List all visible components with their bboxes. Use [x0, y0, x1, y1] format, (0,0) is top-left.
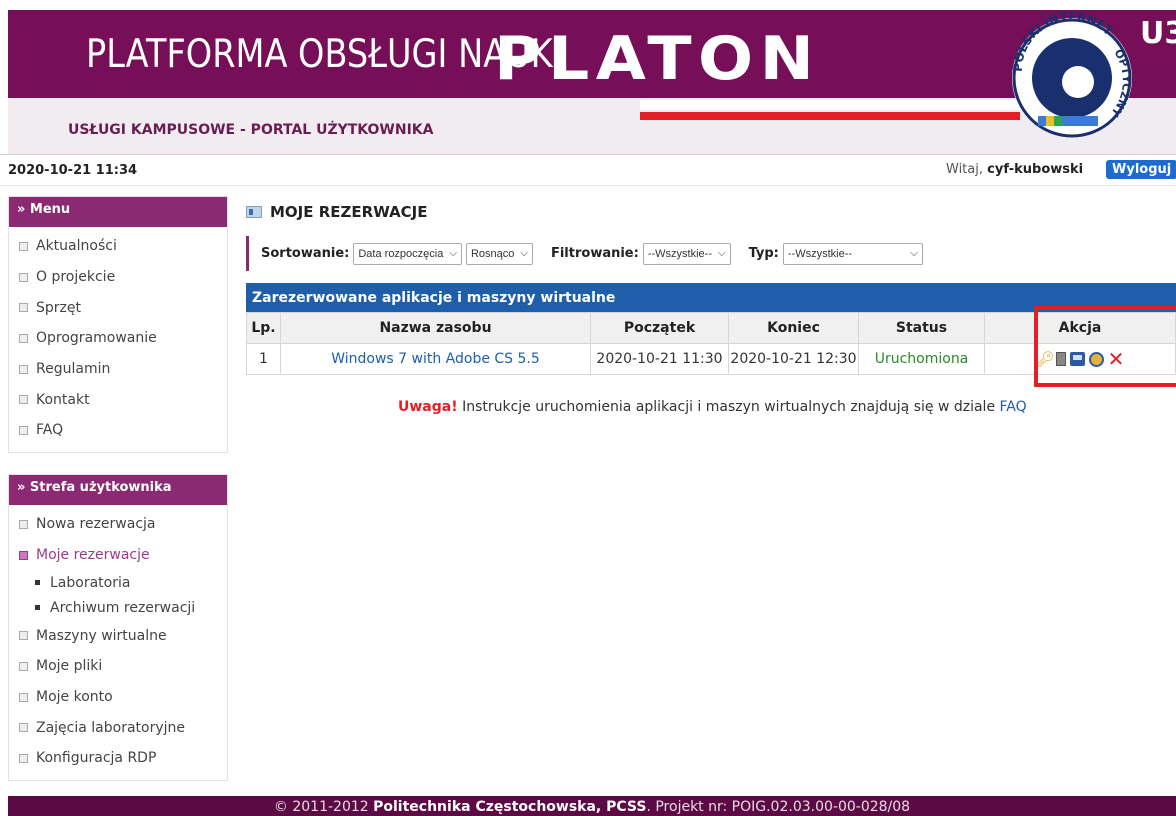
decorative-stripe-white	[640, 100, 1040, 110]
sidebar-item-moje-pliki[interactable]: Moje pliki	[9, 651, 227, 682]
logout-button[interactable]: Wyloguj	[1106, 160, 1176, 179]
info-bar: 2020-10-21 11:34 Witaj, cyf-kubowski Wyl…	[0, 154, 1176, 186]
end-time: 2020-10-21 12:30	[728, 343, 859, 375]
footer-copyright: © 2011-2012	[273, 799, 369, 815]
welcome-text: Witaj, cyf-kubowski	[946, 162, 1083, 177]
pionier-logo: POLSKI INTERNET OPTYCZNY	[1011, 12, 1133, 138]
faq-link[interactable]: FAQ	[1000, 399, 1027, 415]
sidebar-item-maszyny-wirtualne[interactable]: Maszyny wirtualne	[9, 620, 227, 651]
bullet-icon	[19, 723, 28, 733]
type-select[interactable]: --Wszystkie-- ⌵	[782, 242, 923, 265]
filter-bar: Sortowanie: Data rozpoczęcia ⌵ Rosnąco ⌵ F…	[246, 236, 1176, 271]
column-header-name: Nazwa zasobu	[280, 312, 591, 344]
bullet-icon	[19, 692, 28, 702]
bullet-icon	[35, 580, 40, 586]
warning-label: Uwaga!	[398, 399, 458, 415]
site-title: PLATFORMA OBSŁUGI NAUKI	[86, 32, 563, 77]
bullet-icon	[35, 605, 40, 611]
sort-order-select[interactable]: Rosnąco ⌵	[465, 242, 533, 265]
current-datetime: 2020-10-21 11:34	[8, 163, 138, 178]
row-number: 1	[246, 343, 281, 375]
welcome-prefix: Witaj,	[946, 162, 983, 177]
column-header-status: Status	[858, 312, 985, 344]
footer: © 2011-2012 Politechnika Częstochowska, …	[8, 796, 1176, 816]
sidebar-item-aktualnosci[interactable]: Aktualności	[9, 231, 227, 262]
sidebar-item-moje-konto[interactable]: Moje konto	[9, 682, 227, 713]
bullet-icon	[19, 272, 28, 282]
chevron-down-icon: ⌵	[717, 248, 726, 259]
note-text: Instrukcje uruchomienia aplikacji i masz…	[462, 399, 996, 415]
bullet-icon	[19, 631, 28, 641]
status-badge: Uruchomiona	[858, 343, 985, 375]
bullet-icon	[19, 550, 28, 560]
sidebar-subitem-archiwum[interactable]: Archiwum rezerwacji	[9, 595, 227, 620]
sidebar-item-regulamin[interactable]: Regulamin	[9, 354, 227, 385]
bullet-icon	[19, 395, 28, 405]
column-header-start: Początek	[590, 312, 729, 344]
sidebar-item-oprogramowanie[interactable]: Oprogramowanie	[9, 323, 227, 354]
filter-label: Filtrowanie:	[550, 246, 639, 261]
sidebar-item-moje-rezerwacje[interactable]: Moje rezerwacje	[9, 540, 227, 571]
reservation-icon	[246, 206, 262, 218]
chevron-down-icon: ⌵	[449, 248, 457, 259]
menu-title: » Menu	[9, 197, 227, 227]
user-zone-panel: » Strefa użytkownika Nowa rezerwacja Moj…	[8, 474, 228, 781]
chevron-down-icon: ⌵	[910, 248, 918, 259]
sidebar-item-nowa-rezerwacja[interactable]: Nowa rezerwacja	[9, 509, 227, 540]
type-label: Typ:	[748, 246, 779, 261]
info-note: Uwaga! Instrukcje uruchomienia aplikacji…	[398, 399, 1027, 415]
username: cyf-kubowski	[987, 162, 1084, 177]
bullet-icon	[19, 303, 28, 313]
user-zone-title: » Strefa użytkownika	[9, 475, 227, 505]
sort-by-select[interactable]: Data rozpoczęcia ⌵	[353, 242, 462, 265]
bullet-icon	[19, 519, 28, 529]
chevron-down-icon: ⌵	[520, 248, 528, 259]
brand-suffix: U3	[1140, 16, 1176, 51]
sidebar-item-sprzet[interactable]: Sprzęt	[9, 292, 227, 323]
bullet-icon	[19, 753, 28, 763]
sidebar-subitem-laboratoria[interactable]: Laboratoria	[9, 570, 227, 595]
column-header-lp: Lp.	[246, 312, 281, 344]
decorative-stripe-red	[640, 112, 1020, 120]
page-title: MOJE REZERWACJE	[246, 203, 428, 221]
bullet-icon	[19, 364, 28, 374]
bullet-icon	[19, 425, 28, 435]
footer-org: Politechnika Częstochowska, PCSS	[373, 799, 647, 815]
bullet-icon	[19, 241, 28, 251]
menu-panel: » Menu Aktualności O projekcie Sprzęt Op…	[8, 196, 228, 453]
column-header-end: Koniec	[728, 312, 859, 344]
resource-name-link[interactable]: Windows 7 with Adobe CS 5.5	[280, 343, 591, 375]
sidebar-item-konfiguracja-rdp[interactable]: Konfiguracja RDP	[9, 743, 227, 774]
sidebar-item-kontakt[interactable]: Kontakt	[9, 384, 227, 415]
footer-project: . Projekt nr: POIG.02.03.00-00-028/08	[646, 799, 911, 815]
portal-subtitle: USŁUGI KAMPUSOWE - PORTAL UŻYTKOWNIKA	[68, 122, 434, 138]
sidebar-item-zajecia[interactable]: Zajęcia laboratoryjne	[9, 712, 227, 743]
bullet-icon	[19, 333, 28, 343]
action-highlight-box	[1034, 306, 1176, 387]
sort-label: Sortowanie:	[261, 246, 350, 261]
sidebar-item-o-projekcie[interactable]: O projekcie	[9, 262, 227, 293]
start-time: 2020-10-21 11:30	[590, 343, 729, 375]
filter-select[interactable]: --Wszystkie-- ⌵	[642, 242, 731, 265]
header-banner: PLATFORMA OBSŁUGI NAUKI PLATON U3	[8, 10, 1176, 98]
sidebar-item-faq[interactable]: FAQ	[9, 415, 227, 446]
platon-logo-text: PLATON	[494, 24, 821, 94]
bullet-icon	[19, 661, 28, 671]
